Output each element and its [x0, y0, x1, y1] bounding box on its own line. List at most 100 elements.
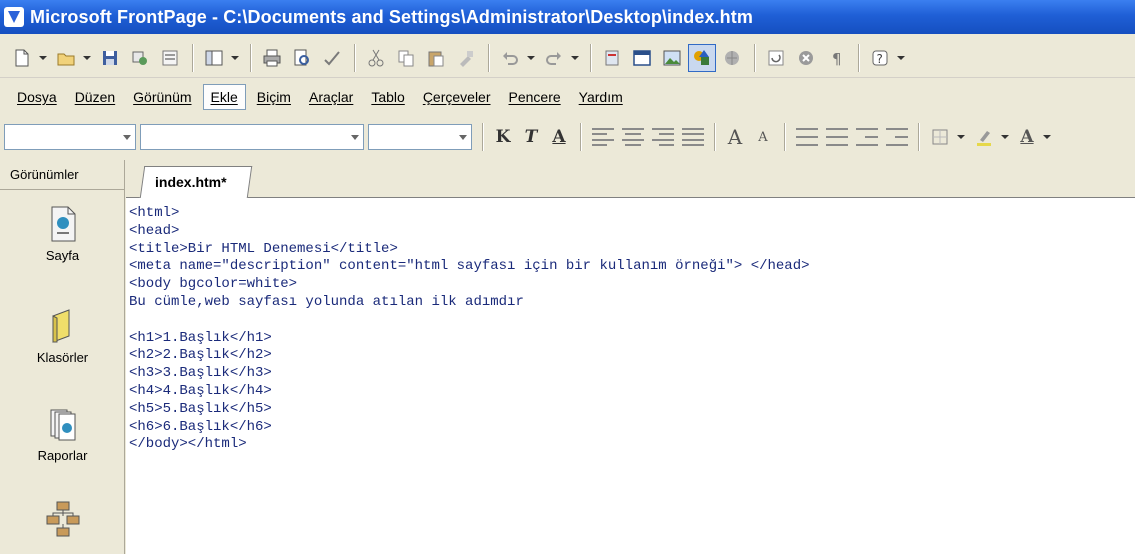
view-page-label: Sayfa — [45, 248, 80, 263]
undo-dropdown[interactable] — [526, 44, 536, 72]
bold-button[interactable]: K — [490, 123, 516, 151]
decrease-indent-icon[interactable] — [856, 128, 878, 146]
code-line: <head> — [129, 222, 180, 239]
code-line: <h5>5.Başlık</h5> — [129, 400, 272, 417]
bulleted-list-icon[interactable] — [826, 128, 848, 146]
toggle-pane-dropdown[interactable] — [230, 44, 240, 72]
underline-button[interactable]: A — [546, 123, 572, 151]
new-page-icon[interactable] — [8, 44, 36, 72]
view-reports[interactable]: Raporlar — [0, 404, 125, 463]
menu-duzen[interactable]: Düzen — [68, 85, 122, 109]
menu-yardim[interactable]: Yardım — [572, 85, 630, 109]
highlight-icon[interactable] — [970, 123, 998, 151]
print-preview-icon[interactable] — [288, 44, 316, 72]
views-bar: Görünümler Sayfa Klasörler Raporlar — [0, 160, 125, 554]
numbered-list-icon[interactable] — [796, 128, 818, 146]
menu-ekle[interactable]: Ekle — [202, 84, 246, 110]
publish-icon[interactable] — [126, 44, 154, 72]
justify-icon[interactable] — [682, 128, 704, 146]
tab-label: index.htm* — [155, 174, 227, 190]
italic-button[interactable]: T — [518, 123, 544, 151]
menu-dosya[interactable]: Dosya — [10, 85, 64, 109]
folder-list-icon[interactable] — [156, 44, 184, 72]
borders-icon[interactable] — [926, 123, 954, 151]
tab-index-htm[interactable]: index.htm* — [139, 166, 252, 198]
print-icon[interactable] — [258, 44, 286, 72]
toolbar-separator — [354, 43, 356, 72]
hyperlink-icon[interactable] — [718, 44, 746, 72]
copy-icon[interactable] — [392, 44, 420, 72]
code-line: <h2>2.Başlık</h2> — [129, 347, 272, 364]
code-line: <h6>6.Başlık</h6> — [129, 418, 272, 435]
view-folders[interactable]: Klasörler — [0, 306, 125, 365]
refresh-icon[interactable] — [762, 44, 790, 72]
align-left-icon[interactable] — [592, 128, 614, 146]
code-line: <title>Bir HTML Denemesi</title> — [129, 240, 398, 257]
font-select[interactable] — [140, 124, 364, 150]
font-size-select[interactable] — [368, 124, 472, 150]
align-right-icon[interactable] — [652, 128, 674, 146]
menu-tablo[interactable]: Tablo — [364, 85, 411, 109]
web-component-icon[interactable] — [598, 44, 626, 72]
toolbar-options-dropdown[interactable] — [896, 44, 906, 72]
paste-icon[interactable] — [422, 44, 450, 72]
view-page[interactable]: Sayfa — [0, 204, 125, 263]
menu-gorunum[interactable]: Görünüm — [126, 85, 198, 109]
insert-table-icon[interactable] — [628, 44, 656, 72]
menu-cerceveler[interactable]: Çerçeveler — [416, 85, 498, 109]
increase-indent-icon[interactable] — [886, 128, 908, 146]
svg-text:?: ? — [877, 52, 883, 66]
highlight-dropdown[interactable] — [1000, 123, 1010, 151]
formatting-toolbar: K T A A A A — [0, 117, 1135, 157]
folders-view-icon — [52, 309, 69, 343]
svg-text:¶: ¶ — [832, 50, 842, 68]
toolbar-separator — [784, 123, 786, 151]
view-navigation[interactable] — [0, 498, 125, 542]
window-title: Microsoft FrontPage - C:\Documents and S… — [30, 6, 753, 27]
show-all-icon[interactable]: ¶ — [822, 44, 850, 72]
toolbar-separator — [754, 43, 756, 72]
toolbar-separator — [482, 123, 484, 151]
page-view-icon — [51, 206, 75, 242]
editor-pane: index.htm* <html> <head> <title>Bir HTML D… — [126, 160, 1135, 554]
spelling-icon[interactable] — [318, 44, 346, 72]
new-dropdown[interactable] — [38, 44, 48, 72]
stop-icon[interactable] — [792, 44, 820, 72]
code-editor[interactable]: <html> <head> <title>Bir HTML Denemesi</ti… — [126, 198, 1135, 554]
toggle-pane-icon[interactable] — [200, 44, 228, 72]
document-tab-strip: index.htm* — [126, 160, 1135, 198]
redo-dropdown[interactable] — [570, 44, 580, 72]
format-painter-icon[interactable] — [452, 44, 480, 72]
menu-bicim[interactable]: Biçim — [250, 85, 298, 109]
align-center-icon[interactable] — [622, 128, 644, 146]
undo-icon[interactable] — [496, 44, 524, 72]
style-select[interactable] — [4, 124, 136, 150]
code-line: <h1>1.Başlık</h1> — [129, 329, 272, 346]
toolbar-separator — [590, 43, 592, 72]
code-line: </body></html> — [129, 436, 247, 453]
code-line: <h4>4.Başlık</h4> — [129, 382, 272, 399]
help-icon[interactable]: ? — [866, 44, 894, 72]
increase-font-icon[interactable]: A — [722, 123, 748, 151]
toolbar-separator — [858, 43, 860, 72]
font-color-dropdown[interactable] — [1042, 123, 1052, 151]
insert-picture-icon[interactable] — [658, 44, 686, 72]
menu-pencere[interactable]: Pencere — [502, 85, 568, 109]
redo-icon[interactable] — [540, 44, 568, 72]
save-icon[interactable] — [96, 44, 124, 72]
cut-icon[interactable] — [362, 44, 390, 72]
open-dropdown[interactable] — [82, 44, 92, 72]
code-line: <body bgcolor=white> — [129, 276, 298, 293]
title-bar: Microsoft FrontPage - C:\Documents and S… — [0, 0, 1135, 34]
frontpage-app-icon[interactable] — [4, 7, 24, 27]
drawing-icon[interactable] — [688, 43, 716, 72]
code-line: <h3>3.Başlık</h3> — [129, 365, 272, 382]
borders-dropdown[interactable] — [956, 123, 966, 151]
menu-araclar[interactable]: Araçlar — [302, 85, 360, 109]
toolbar-separator — [488, 43, 490, 72]
font-color-icon[interactable]: A — [1014, 123, 1040, 151]
view-reports-label: Raporlar — [37, 448, 88, 463]
open-icon[interactable] — [52, 44, 80, 72]
decrease-font-icon[interactable]: A — [750, 123, 776, 151]
